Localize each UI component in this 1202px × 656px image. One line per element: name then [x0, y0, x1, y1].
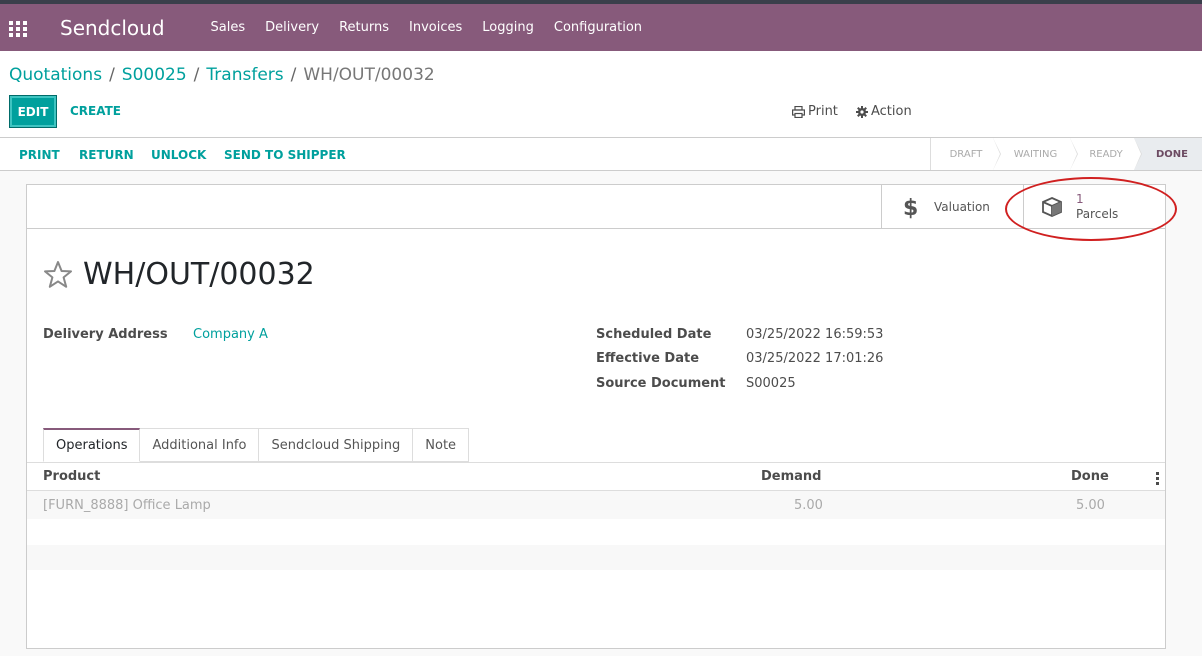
stage-draft-label: DRAFT: [949, 148, 983, 160]
apps-menu-icon[interactable]: [9, 20, 27, 37]
breadcrumb-quotations[interactable]: Quotations: [9, 65, 102, 85]
stage-waiting[interactable]: WAITING: [993, 138, 1078, 170]
stage-done[interactable]: DONE: [1134, 138, 1202, 170]
stage-waiting-label: WAITING: [1013, 148, 1058, 160]
scheduled-date-value: 03/25/2022 16:59:53: [746, 327, 884, 342]
source-document-label: Source Document: [596, 376, 726, 391]
row-done: 5.00: [1076, 498, 1105, 513]
menu-item-delivery[interactable]: Delivery: [265, 20, 319, 35]
breadcrumb-separator: /: [290, 65, 297, 85]
breadcrumb-current: WH/OUT/00032: [303, 65, 435, 85]
row-product: [FURN_8888] Office Lamp: [43, 498, 211, 513]
record-title-row: WH/OUT/00032: [43, 257, 315, 292]
menu-item-invoices[interactable]: Invoices: [409, 20, 462, 35]
breadcrumb-separator: /: [109, 65, 115, 85]
highlight-annotation: [1005, 177, 1177, 241]
stage-ready-label: READY: [1089, 148, 1123, 160]
stage-ready[interactable]: READY: [1070, 138, 1142, 170]
record-title: WH/OUT/00032: [83, 257, 315, 292]
send-to-shipper-button[interactable]: SEND TO SHIPPER: [224, 148, 346, 162]
print-label: Print: [808, 104, 838, 119]
print-icon: [792, 105, 805, 118]
app-brand[interactable]: Sendcloud: [60, 16, 165, 40]
column-product[interactable]: Product: [43, 469, 100, 484]
status-bar: PRINT RETURN UNLOCK SEND TO SHIPPER DRAF…: [0, 138, 1202, 171]
gear-icon: [856, 105, 868, 118]
action-label: Action: [871, 104, 912, 119]
smart-button-box: $ Valuation 1 Parcels: [27, 177, 1177, 241]
stage-pipeline: DRAFT WAITING READY DONE: [930, 138, 1202, 170]
breadcrumb-sale-order[interactable]: S00025: [122, 65, 187, 85]
optional-columns-icon[interactable]: [1156, 472, 1159, 485]
breadcrumb: Quotations / S00025 / Transfers / WH/OUT…: [9, 65, 435, 85]
valuation-button[interactable]: $ Valuation: [881, 185, 1023, 229]
print-dropdown[interactable]: Print: [792, 104, 838, 119]
create-button[interactable]: CREATE: [70, 104, 121, 118]
tab-operations[interactable]: Operations: [43, 428, 141, 462]
control-panel: Quotations / S00025 / Transfers / WH/OUT…: [0, 51, 1202, 138]
effective-date-label: Effective Date: [596, 351, 700, 366]
return-button[interactable]: RETURN: [79, 148, 134, 162]
menu-item-configuration[interactable]: Configuration: [554, 20, 642, 35]
menu-item-logging[interactable]: Logging: [482, 20, 534, 35]
star-icon[interactable]: [43, 260, 73, 289]
stage-done-label: DONE: [1155, 148, 1188, 160]
dollar-icon: $: [896, 195, 924, 219]
delivery-address-label: Delivery Address: [43, 327, 168, 342]
table-header: Product Demand Done: [27, 463, 1165, 491]
tab-sendcloud-shipping[interactable]: Sendcloud Shipping: [259, 428, 414, 462]
edit-button[interactable]: EDIT: [9, 95, 57, 128]
delivery-address-link[interactable]: Company A: [193, 327, 268, 342]
main-menu: Sales Delivery Returns Invoices Logging …: [211, 20, 663, 35]
valuation-label: Valuation: [934, 199, 990, 214]
breadcrumb-transfers[interactable]: Transfers: [206, 65, 283, 85]
print-button[interactable]: PRINT: [19, 148, 60, 162]
table-row-empty: [27, 519, 1165, 547]
svg-text:$: $: [903, 196, 917, 219]
menu-item-returns[interactable]: Returns: [339, 20, 389, 35]
row-demand: 5.00: [794, 498, 823, 513]
table-row-empty: [27, 545, 1165, 570]
stage-draft[interactable]: DRAFT: [931, 138, 1001, 170]
notebook-tabs: Operations Additional Info Sendcloud Shi…: [43, 428, 470, 462]
tab-note[interactable]: Note: [413, 428, 470, 462]
unlock-button[interactable]: UNLOCK: [151, 148, 206, 162]
column-demand[interactable]: Demand: [761, 469, 822, 484]
menu-item-sales[interactable]: Sales: [211, 20, 246, 35]
column-done[interactable]: Done: [1071, 469, 1109, 484]
action-dropdown[interactable]: Action: [856, 104, 912, 119]
tab-additional-info[interactable]: Additional Info: [140, 428, 260, 462]
breadcrumb-separator: /: [193, 65, 200, 85]
source-document-value: S00025: [746, 376, 796, 391]
table-row[interactable]: [FURN_8888] Office Lamp 5.00 5.00: [27, 491, 1165, 519]
form-sheet: $ Valuation 1 Parcels WH/OUT/00032 Deliv…: [26, 177, 1177, 649]
scheduled-date-label: Scheduled Date: [596, 327, 712, 342]
top-navbar: Sendcloud Sales Delivery Returns Invoice…: [0, 0, 1202, 51]
effective-date-value: 03/25/2022 17:01:26: [746, 351, 884, 366]
